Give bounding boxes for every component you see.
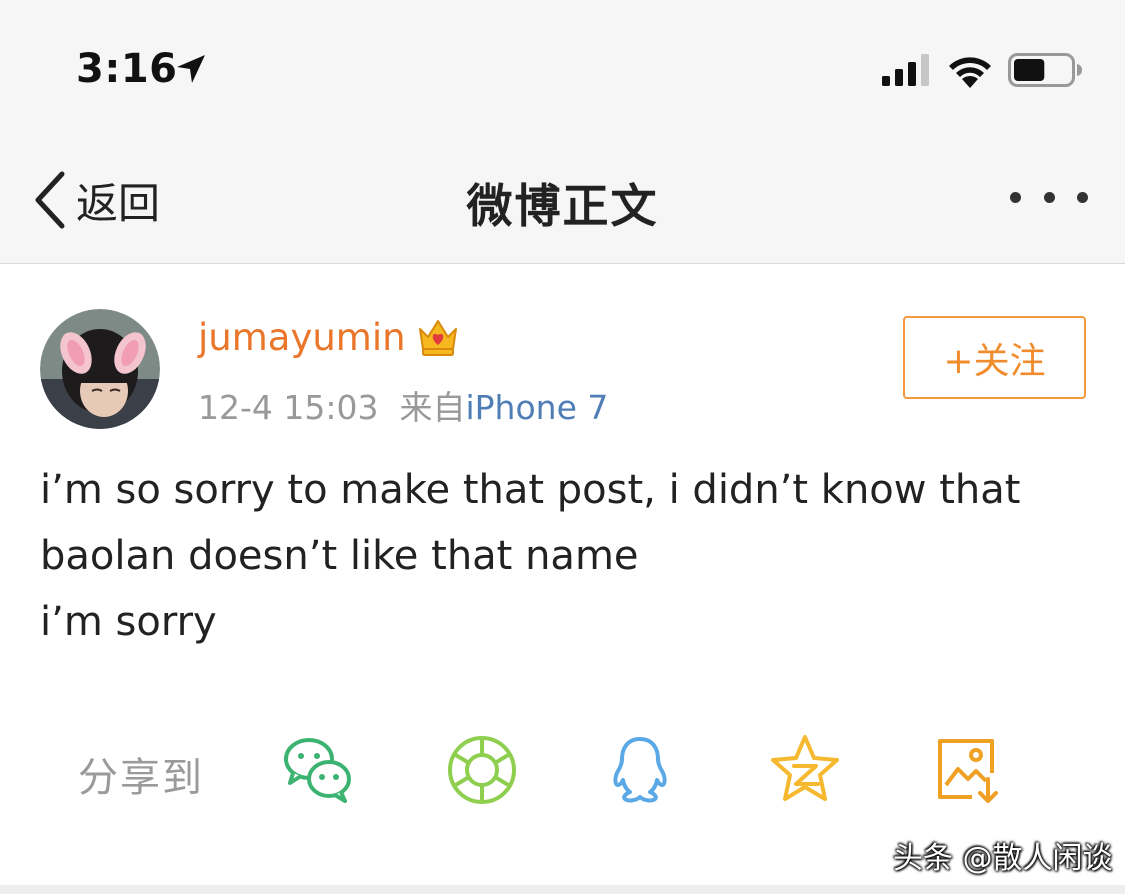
post-meta: 12-4 15:03 来自iPhone 7	[198, 381, 608, 429]
qq-icon[interactable]	[603, 733, 677, 807]
battery-icon	[1008, 53, 1082, 87]
device-link[interactable]: iPhone 7	[465, 388, 608, 427]
username-row: jumayumin	[198, 315, 460, 359]
status-time: 3:16	[76, 46, 178, 92]
more-dots-icon[interactable]	[1010, 186, 1088, 208]
location-arrow-icon	[177, 55, 205, 83]
username[interactable]: jumayumin	[198, 316, 406, 359]
status-bar: 3:16	[0, 0, 1125, 130]
watermark: 头条 @散人闲谈	[893, 841, 1113, 876]
wifi-icon	[949, 57, 991, 88]
follow-button[interactable]: +关注	[903, 316, 1086, 399]
share-row: 分享到	[0, 727, 1125, 817]
post-content: i’m so sorry to make that post, i didn’t…	[40, 457, 1100, 655]
save-image-icon[interactable]	[932, 733, 1006, 807]
source-prefix: 来自	[399, 388, 466, 427]
cellular-signal-icon	[882, 54, 929, 86]
share-label: 分享到	[78, 755, 204, 801]
avatar[interactable]	[40, 309, 160, 429]
page-title: 微博正文	[466, 179, 659, 233]
divider	[0, 885, 1125, 894]
qzone-icon[interactable]	[768, 733, 842, 807]
post-timestamp: 12-4 15:03	[198, 388, 379, 427]
moments-icon[interactable]	[445, 733, 519, 807]
nav-bar: 返回 微博正文	[0, 140, 1125, 260]
wechat-icon[interactable]	[281, 733, 355, 807]
content-line: i’m sorry	[40, 599, 217, 645]
content-line: baolan doesn’t like that name	[40, 533, 639, 579]
crown-icon	[418, 320, 457, 356]
content-line: i’m so sorry to make that post, i didn’t…	[40, 467, 1021, 513]
weibo-post: jumayumin 12-4 15:03 来自iPhone 7 +关注 i’m …	[0, 265, 1125, 894]
top-header: 3:16 返回 微博正文	[0, 0, 1125, 264]
